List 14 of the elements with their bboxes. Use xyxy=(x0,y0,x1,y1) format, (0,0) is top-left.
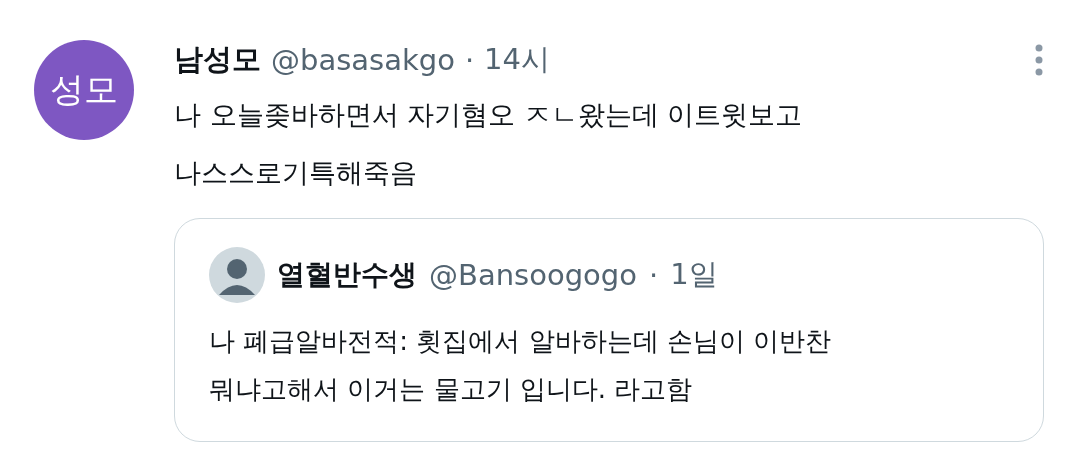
separator: · xyxy=(464,43,475,77)
more-icon[interactable] xyxy=(1034,43,1044,77)
author-name[interactable]: 남성모 xyxy=(174,40,261,80)
quoted-post-time: 1일 xyxy=(670,256,718,293)
default-avatar-icon[interactable] xyxy=(209,247,265,303)
post-time[interactable]: 14시 xyxy=(484,40,550,80)
user-avatar[interactable]: 성모 xyxy=(34,40,134,140)
separator: · xyxy=(648,258,659,292)
quoted-author-handle: @Bansoogogo xyxy=(429,258,637,292)
post-text: 나 오늘좆바하면서 자기혐오 ㅈㄴ왔는데 이트윗보고 나스스로기특해죽음 xyxy=(174,98,804,190)
quoted-post-text: 나 폐급알바전적: 횟집에서 알바하는데 손님이 이반찬 뭐냐고해서 이거는 물고기 입니다. 라고함 xyxy=(209,325,833,406)
quoted-author-name: 열혈반수생 xyxy=(277,257,417,293)
quoted-post[interactable]: 열혈반수생 @Bansoogogo · 1일 나 폐급알바전적: 횟집에서 알바하는데 손님이 이반찬 뭐냐고해서 이거는 물고기 입니다. 라고함 xyxy=(174,218,1044,442)
author-handle[interactable]: @basasakgo xyxy=(271,43,455,77)
